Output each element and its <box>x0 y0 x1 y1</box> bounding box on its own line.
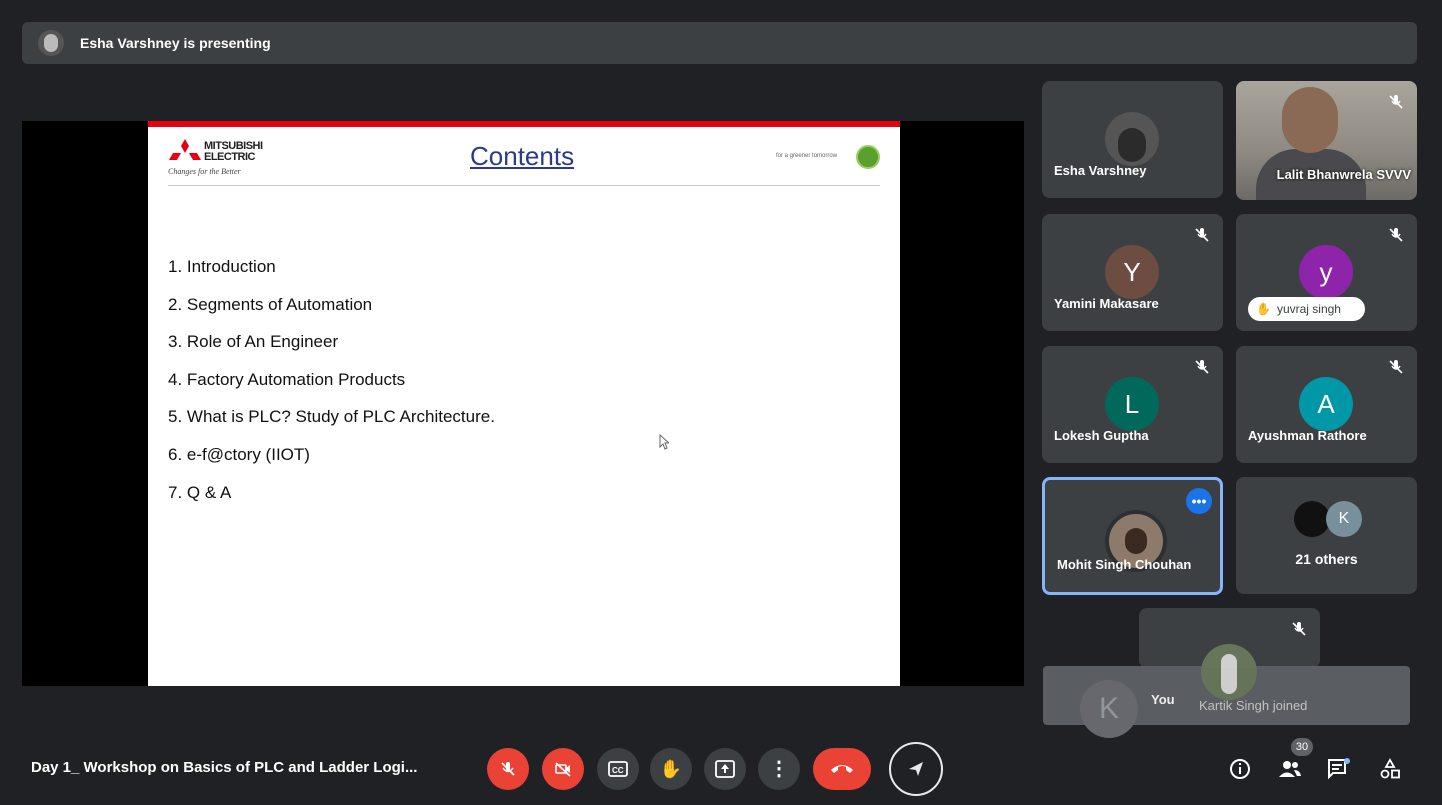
presenting-text: Esha Varshney is presenting <box>80 35 271 51</box>
present-icon <box>715 760 735 778</box>
participant-tile-ayushman[interactable]: A Ayushman Rathore <box>1236 346 1417 463</box>
raise-hand-icon: ✋ <box>659 758 683 779</box>
logo-tagline: Changes for the Better <box>168 167 241 176</box>
svg-text:CC: CC <box>612 766 624 775</box>
self-label: You <box>1151 692 1175 707</box>
raise-hand-button[interactable]: ✋ <box>650 748 692 790</box>
participant-tile-others[interactable]: K 21 others <box>1236 477 1417 594</box>
chat-button[interactable] <box>1326 756 1352 782</box>
chat-icon <box>1328 758 1350 780</box>
list-item: 3. Role of An Engineer <box>168 332 339 352</box>
mic-off-icon <box>1389 360 1403 374</box>
list-item: 6. e-f@ctory (IIOT) <box>168 444 310 464</box>
info-icon <box>1230 759 1250 779</box>
joined-text: Kartik Singh joined <box>1199 698 1308 713</box>
participant-tile-lokesh[interactable]: L Lokesh Guptha <box>1042 346 1223 463</box>
bottom-bar: Day 1_ Workshop on Basics of PLC and Lad… <box>0 738 1442 805</box>
join-notification: K You Kartik Singh joined <box>1043 644 1410 738</box>
contents-list: 1. Introduction 2. Segments of Automatio… <box>168 257 495 520</box>
avatar <box>1294 501 1330 537</box>
more-options-icon[interactable]: ••• <box>1186 488 1212 514</box>
list-item: 2. Segments of Automation <box>168 294 373 314</box>
mitsubishi-logo: MITSUBISHI ELECTRIC Changes for the Bette… <box>168 139 288 183</box>
participant-name: Yamini Makasare <box>1054 296 1159 311</box>
people-button[interactable] <box>1277 756 1303 782</box>
send-icon <box>909 762 923 776</box>
participant-tile-lalit[interactable]: Lalit Bhanwrela SVVV <box>1236 81 1417 200</box>
presenting-banner: Esha Varshney is presenting <box>22 22 1417 64</box>
participant-count-badge: 30 <box>1291 738 1313 756</box>
mic-toggle-button[interactable] <box>487 748 529 790</box>
avatar: y <box>1299 245 1353 299</box>
meeting-title: Day 1_ Workshop on Basics of PLC and Lad… <box>31 759 418 776</box>
participant-name: Lalit Bhanwrela SVVV <box>1276 167 1411 182</box>
slide-red-bar <box>148 121 900 127</box>
eco-logo-icon <box>856 145 880 169</box>
slide-divider <box>168 185 880 186</box>
camera-off-icon <box>555 762 571 777</box>
presenter-avatar <box>38 30 64 56</box>
diamonds-icon <box>169 139 201 160</box>
others-label: 21 others <box>1295 551 1358 567</box>
people-icon <box>1279 761 1301 777</box>
avatar: K <box>1326 501 1362 537</box>
captions-icon: CC <box>608 761 628 777</box>
participant-name: Esha Varshney <box>1054 163 1147 178</box>
participant-name: yuvraj singh <box>1276 302 1341 316</box>
captions-button[interactable]: CC <box>597 748 639 790</box>
mic-off-icon <box>1195 228 1209 242</box>
present-now-button[interactable] <box>704 748 746 790</box>
video-face <box>1282 87 1338 153</box>
mic-off-icon <box>1292 622 1306 636</box>
avatar: Y <box>1105 245 1159 299</box>
avatar <box>1105 112 1159 166</box>
mic-off-icon <box>1389 95 1403 109</box>
participant-name: Lokesh Guptha <box>1054 428 1149 443</box>
slide-title: Contents <box>470 141 575 171</box>
participant-tile-mohit[interactable]: ••• Mohit Singh Chouhan <box>1042 477 1223 595</box>
leave-call-button[interactable] <box>813 748 871 790</box>
list-item: 7. Q & A <box>168 482 232 502</box>
participant-tile-yamini[interactable]: Y Yamini Makasare <box>1042 214 1223 331</box>
list-item: 4. Factory Automation Products <box>168 369 406 389</box>
self-avatar: K <box>1080 680 1138 738</box>
logo-text: MITSUBISHI ELECTRIC <box>204 140 263 163</box>
more-vert-icon: ⋮ <box>769 758 789 780</box>
mic-off-icon <box>1389 228 1403 242</box>
raised-hand-icon: ✋ <box>1256 302 1271 316</box>
raised-hand-badge: ✋ yuvraj singh <box>1248 297 1365 321</box>
mouse-pointer-icon <box>659 434 669 450</box>
avatar: L <box>1105 377 1159 431</box>
joined-avatar <box>1201 644 1257 700</box>
activities-icon <box>1380 758 1400 779</box>
more-options-button[interactable]: ⋮ <box>758 748 800 790</box>
participant-tile-esha[interactable]: Esha Varshney <box>1042 81 1223 198</box>
meeting-details-button[interactable] <box>1227 756 1253 782</box>
mic-off-icon <box>501 762 515 776</box>
camera-toggle-button[interactable] <box>542 748 584 790</box>
slide: MITSUBISHI ELECTRIC Changes for the Bette… <box>148 121 900 686</box>
list-item: 5. What is PLC? Study of PLC Architectur… <box>168 407 495 427</box>
participant-name: Mohit Singh Chouhan <box>1057 557 1192 572</box>
avatar: A <box>1299 377 1353 431</box>
list-item: 1. Introduction <box>168 257 276 276</box>
participant-name: Ayushman Rathore <box>1248 428 1367 443</box>
mic-off-icon <box>1195 360 1209 374</box>
eco-tagline: for a greener tomorrow <box>776 153 838 159</box>
hang-up-icon <box>831 765 853 773</box>
send-reaction-button[interactable] <box>889 742 943 796</box>
activities-button[interactable] <box>1377 756 1403 782</box>
